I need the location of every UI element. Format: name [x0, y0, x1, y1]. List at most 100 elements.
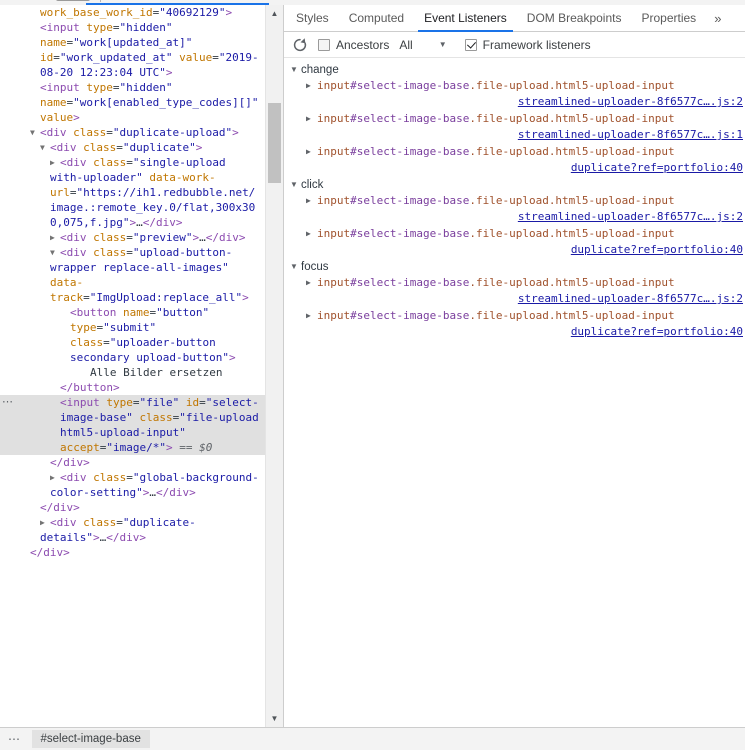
- twisty-closed-icon[interactable]: ▶: [50, 470, 60, 485]
- refresh-icon[interactable]: [292, 37, 308, 53]
- token-plain: =: [53, 51, 60, 64]
- listener-source-link[interactable]: streamlined-uploader-8f6577c….js:2: [518, 210, 743, 223]
- dom-node-row-selected[interactable]: ⋯ <input type="file" id="select-image-bas…: [0, 395, 265, 455]
- dom-tree-scrollbar[interactable]: ▲ ▼: [265, 5, 283, 727]
- node-overflow-icon[interactable]: ⋯: [2, 395, 14, 410]
- listener-source-link[interactable]: streamlined-uploader-8f6577c….js:2: [518, 292, 743, 305]
- twisty-closed-icon[interactable]: ▶: [306, 111, 311, 127]
- event-group-change[interactable]: ▼ change: [284, 62, 745, 78]
- dom-node-row[interactable]: ▶ <div class="preview">…</div>: [0, 230, 265, 245]
- token-plain: =: [212, 51, 219, 64]
- token-close: </div>: [155, 486, 196, 499]
- listener-source-link[interactable]: duplicate?ref=portfolio:40: [571, 161, 743, 174]
- dom-tree[interactable]: work_base_work_id="40692129"> <input type…: [0, 5, 265, 727]
- token-punct: <: [40, 126, 47, 139]
- dom-node-text: <input type="hidden" name="work[updated_…: [0, 20, 261, 80]
- event-listener-item[interactable]: ▶ input#select-image-base.file-upload.htm…: [284, 144, 745, 176]
- twisty-closed-icon[interactable]: ▶: [306, 78, 311, 94]
- breadcrumb-overflow-icon[interactable]: ⋯: [0, 732, 32, 746]
- token-punct: <: [50, 141, 57, 154]
- dom-node-row[interactable]: ▶ <div class="duplicate-details">…</div>: [0, 515, 265, 545]
- event-listener-item[interactable]: ▶ input#select-image-base.file-upload.htm…: [284, 308, 745, 340]
- scroll-up-arrow[interactable]: ▲: [266, 5, 283, 22]
- token-plain: =: [112, 81, 120, 94]
- dom-node-row[interactable]: ▼ <div class="duplicate">: [0, 140, 265, 155]
- dom-node-text: ▶ <div class="preview">…</div>: [0, 230, 261, 245]
- tab-computed[interactable]: Computed: [339, 5, 414, 31]
- token-punct: >: [73, 111, 80, 124]
- listener-source-link[interactable]: streamlined-uploader-8f6577c….js:1: [518, 128, 743, 141]
- dom-node-row[interactable]: <input type="hidden" name="work[enabled_…: [0, 80, 265, 125]
- tab-properties[interactable]: Properties: [631, 5, 706, 31]
- token-val: "work_updated_at": [59, 51, 173, 64]
- token-punct: <: [70, 306, 77, 319]
- dom-node-row[interactable]: </div>: [0, 455, 265, 470]
- event-group-click[interactable]: ▼ click: [284, 177, 745, 193]
- event-listener-item[interactable]: ▶ input#select-image-base.file-upload.htm…: [284, 275, 745, 307]
- token-attr: type: [86, 81, 113, 94]
- twisty-closed-icon[interactable]: ▶: [306, 308, 311, 324]
- twisty-closed-icon[interactable]: ▶: [50, 230, 60, 245]
- dom-node-row[interactable]: ▶ <div class="global-background-color-set…: [0, 470, 265, 500]
- dom-node-row[interactable]: </div>: [0, 545, 265, 560]
- scroll-down-arrow[interactable]: ▼: [266, 710, 283, 727]
- listener-selector-classes: .file-upload.html5-upload-input: [469, 227, 675, 240]
- listener-source-link[interactable]: streamlined-uploader-8f6577c….js:2: [518, 95, 743, 108]
- dom-node-text: </div>: [0, 500, 261, 515]
- token-val: "button": [156, 306, 210, 319]
- listener-selector-tag: input: [317, 309, 351, 322]
- dom-node-row[interactable]: </button>: [0, 380, 265, 395]
- scrollbar-thumb[interactable]: [268, 103, 281, 183]
- tab-styles[interactable]: Styles: [286, 5, 339, 31]
- listener-source-link[interactable]: duplicate?ref=portfolio:40: [571, 325, 743, 338]
- twisty-open-icon[interactable]: ▼: [290, 259, 301, 275]
- twisty-closed-icon[interactable]: ▶: [306, 226, 311, 242]
- listener-filter-select[interactable]: All ▼: [399, 38, 446, 52]
- event-listener-item[interactable]: ▶ input#select-image-base.file-upload.htm…: [284, 193, 745, 225]
- token-plain: =: [132, 396, 140, 409]
- event-group-focus[interactable]: ▼ focus: [284, 259, 745, 275]
- event-listener-item[interactable]: ▶ input#select-image-base.file-upload.htm…: [284, 78, 745, 110]
- ancestors-checkbox[interactable]: [318, 38, 330, 51]
- token-attr: class: [93, 231, 127, 244]
- dom-node-row[interactable]: </div>: [0, 500, 265, 515]
- twisty-open-icon[interactable]: ▼: [290, 62, 301, 78]
- dom-node-row[interactable]: Alle Bilder ersetzen: [0, 365, 265, 380]
- dom-node-row[interactable]: ▼ <div class="duplicate-upload">: [0, 125, 265, 140]
- breadcrumb-crumb-select-image-base[interactable]: #select-image-base: [31, 730, 150, 748]
- token-attr: name: [40, 96, 67, 109]
- token-attr: name: [40, 36, 67, 49]
- dom-node-text: ▶ <div class="single-upload with-uploader…: [0, 155, 261, 230]
- twisty-open-icon[interactable]: ▼: [290, 177, 301, 193]
- twisty-open-icon[interactable]: ▼: [50, 245, 60, 260]
- token-eqdollar: == $0: [172, 441, 213, 454]
- dom-node-row[interactable]: ▼ <div class="upload-button-wrapper repla…: [0, 245, 265, 305]
- twisty-open-icon[interactable]: ▼: [30, 125, 40, 140]
- dom-node-row[interactable]: ▶ <div class="single-upload with-uploader…: [0, 155, 265, 230]
- listener-selector-id: #select-image-base: [350, 194, 470, 207]
- event-listener-item[interactable]: ▶ input#select-image-base.file-upload.htm…: [284, 226, 745, 258]
- token-val: "hidden": [119, 81, 173, 94]
- framework-listeners-checkbox[interactable]: [464, 38, 477, 51]
- dom-node-row[interactable]: work_base_work_id="40692129">: [0, 5, 265, 20]
- twisty-closed-icon[interactable]: ▶: [40, 515, 50, 530]
- tab-event-listeners[interactable]: Event Listeners: [414, 5, 517, 32]
- dom-node-row[interactable]: <input type="hidden" name="work[updated_…: [0, 20, 265, 80]
- more-tabs-icon[interactable]: »: [706, 5, 729, 31]
- event-listener-item[interactable]: ▶ input#select-image-base.file-upload.htm…: [284, 111, 745, 143]
- tab-dom-breakpoints[interactable]: DOM Breakpoints: [517, 5, 632, 31]
- token-plain: =: [112, 21, 120, 34]
- twisty-open-icon[interactable]: ▼: [40, 140, 50, 155]
- twisty-closed-icon[interactable]: ▶: [306, 193, 311, 209]
- dom-node-row[interactable]: <button name="button" type="submit" clas…: [0, 305, 265, 365]
- twisty-closed-icon[interactable]: ▶: [50, 155, 60, 170]
- twisty-closed-icon[interactable]: ▶: [306, 275, 311, 291]
- elements-panel: work_base_work_id="40692129"> <input type…: [0, 5, 284, 727]
- listener-selector-id: #select-image-base: [350, 309, 470, 322]
- listener-source-link[interactable]: duplicate?ref=portfolio:40: [571, 243, 743, 256]
- twisty-closed-icon[interactable]: ▶: [306, 144, 311, 160]
- toolbar-sliver-tick: [100, 0, 101, 2]
- token-punct: >: [92, 531, 100, 544]
